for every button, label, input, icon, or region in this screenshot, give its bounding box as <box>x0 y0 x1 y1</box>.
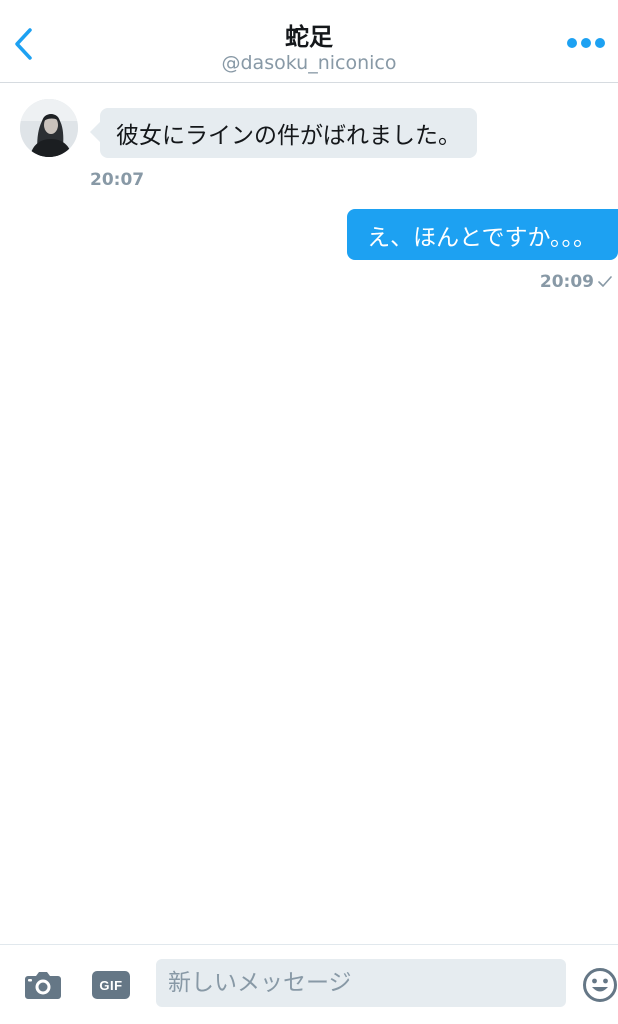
camera-button[interactable] <box>22 965 64 1005</box>
incoming-message-time: 20:07 <box>90 170 145 190</box>
camera-icon <box>25 972 61 999</box>
message-composer: GIF <box>0 944 618 1024</box>
more-dots-icon <box>567 38 605 48</box>
conversation-header: 蛇足 @dasoku_niconico <box>0 0 618 83</box>
conversation-title: 蛇足 <box>285 23 333 51</box>
conversation-handle: @dasoku_niconico <box>221 52 397 74</box>
avatar[interactable] <box>20 99 78 157</box>
incoming-message-bubble[interactable]: 彼女にラインの件がばれました。 <box>90 108 477 158</box>
smiley-icon <box>583 968 617 1002</box>
avatar-image <box>20 99 78 157</box>
dm-conversation-screen: 蛇足 @dasoku_niconico 彼女にラインの件がばれました。 20:0… <box>0 0 618 1024</box>
message-input[interactable] <box>156 959 566 1007</box>
gif-button[interactable]: GIF <box>92 971 130 999</box>
emoji-button[interactable] <box>582 965 618 1005</box>
more-options-button[interactable] <box>564 30 608 56</box>
outgoing-message-status: 20:09 <box>540 272 612 292</box>
outgoing-message-bubble[interactable]: え、ほんとですか。。。 <box>347 209 618 260</box>
outgoing-message-time: 20:09 <box>539 272 594 292</box>
checkmark-icon <box>598 276 612 287</box>
